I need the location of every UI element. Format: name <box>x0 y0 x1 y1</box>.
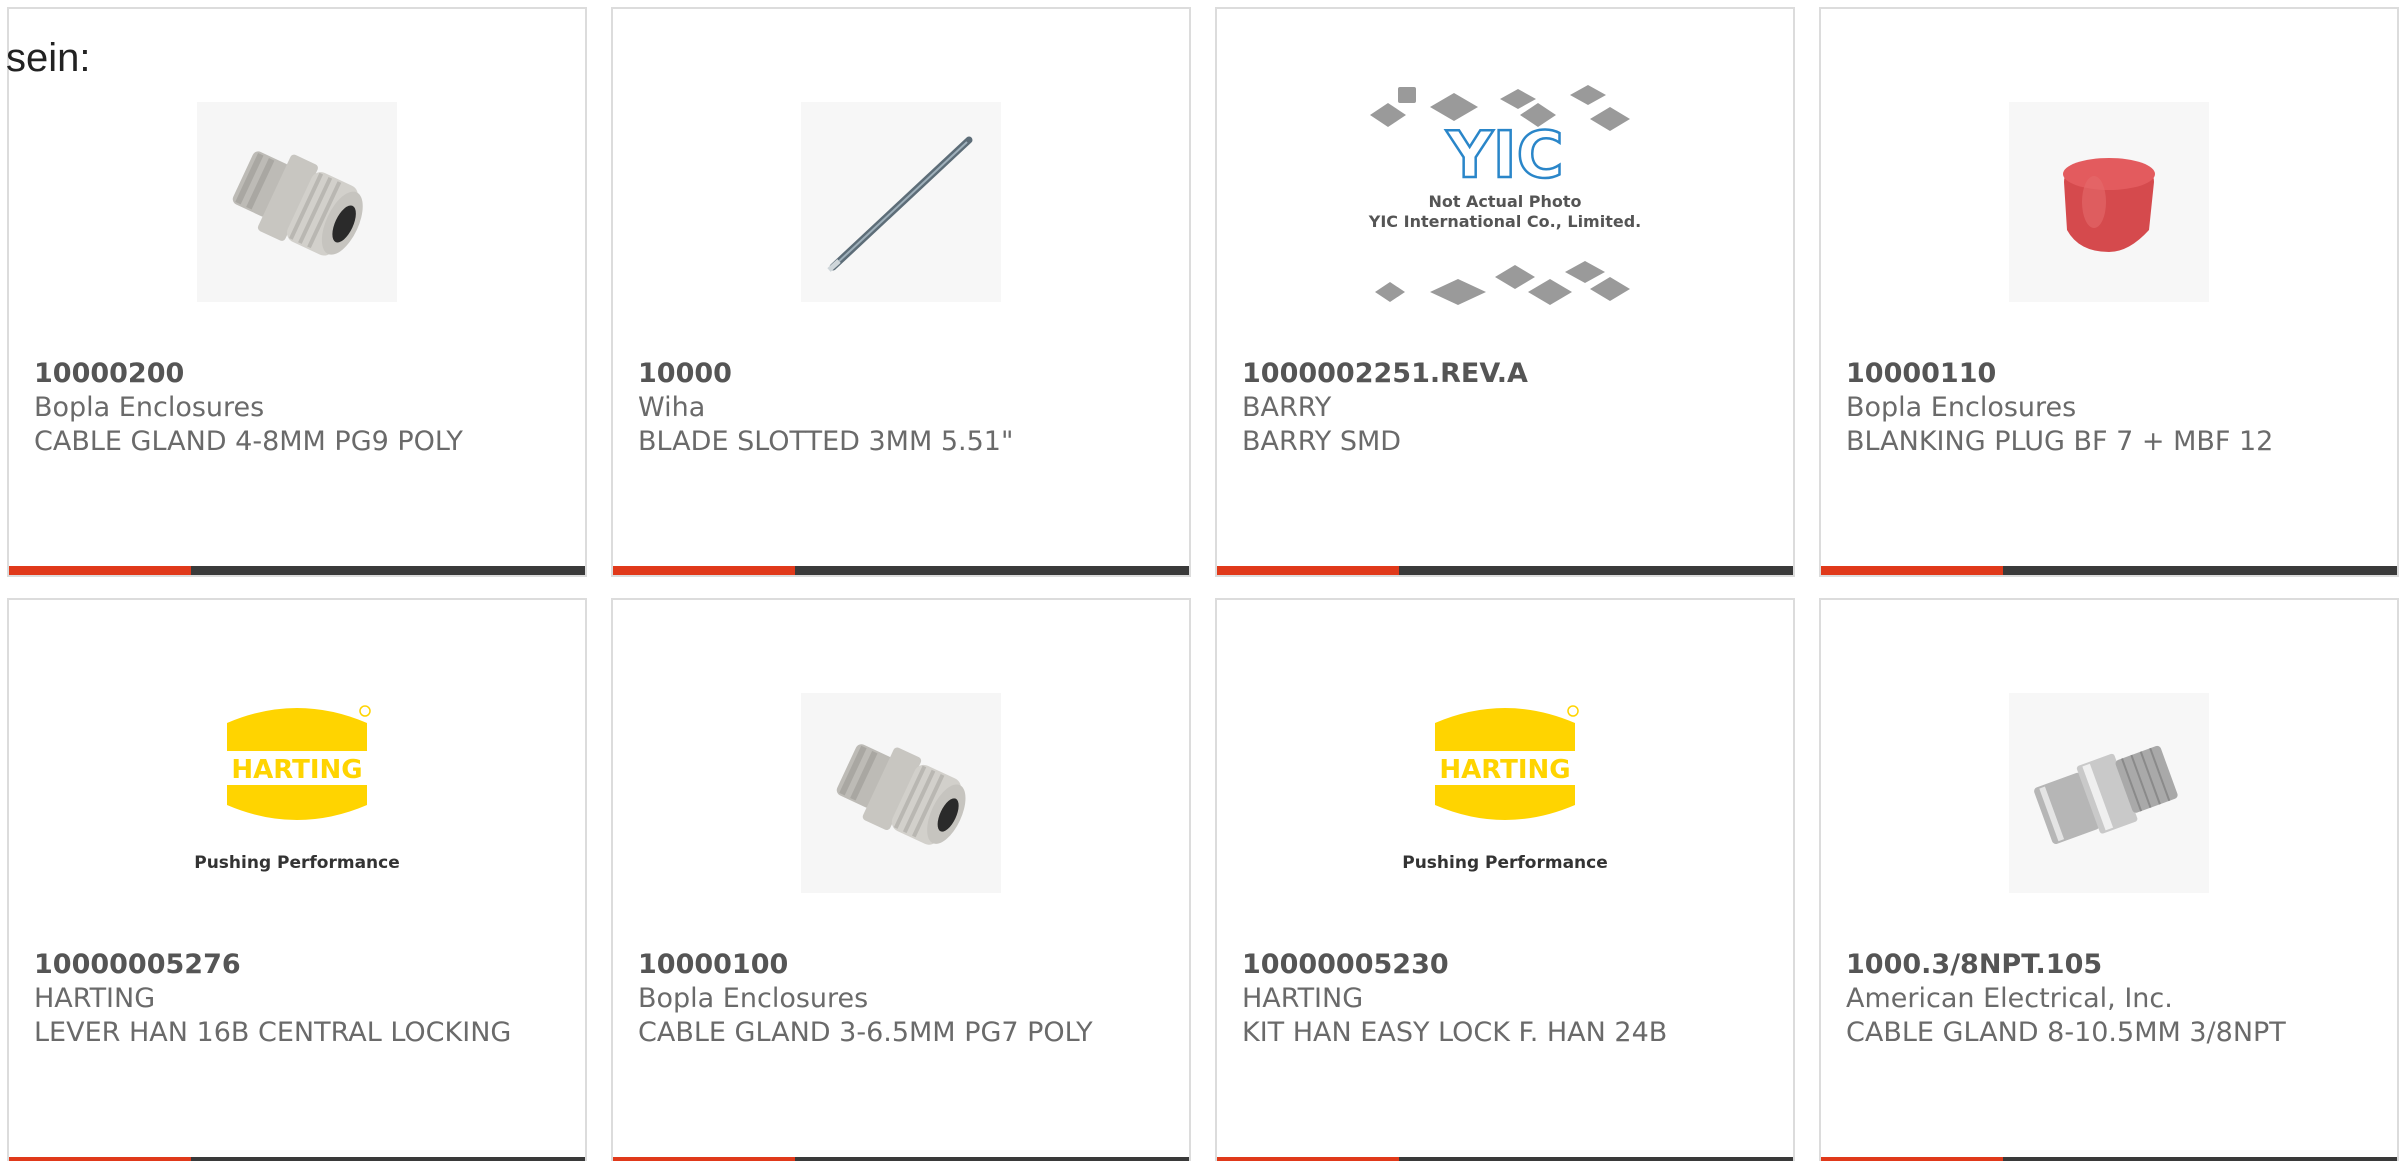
harting-wordmark: HARTING <box>231 755 362 785</box>
part-number[interactable]: 10000005276 <box>34 948 554 982</box>
part-number[interactable]: 10000005230 <box>1242 948 1762 982</box>
harting-logo-image: HARTING Pushing Performance <box>1402 705 1608 873</box>
manufacturer: Bopla Enclosures <box>638 983 869 1014</box>
product-image-plug[interactable] <box>1821 67 2397 337</box>
product-card[interactable]: 1000.3/8NPT.105 American Electrical, Inc… <box>1819 598 2399 1161</box>
product-card[interactable]: 10000200 Bopla Enclosures CABLE GLAND 4-… <box>7 7 587 577</box>
product-card[interactable]: 10000110 Bopla Enclosures BLANKING PLUG … <box>1819 7 2399 577</box>
card-bar <box>613 566 1189 575</box>
description: CABLE GLAND 8-10.5MM 3/8NPT <box>1846 1017 2286 1048</box>
part-number[interactable]: 1000.3/8NPT.105 <box>1846 948 2366 982</box>
description: KIT HAN EASY LOCK F. HAN 24B <box>1242 1017 1668 1048</box>
product-grid: 10000200 Bopla Enclosures CABLE GLAND 4-… <box>0 0 2400 1161</box>
card-bar <box>9 1157 585 1161</box>
product-card[interactable]: HARTING Pushing Performance 10000005276 … <box>7 598 587 1161</box>
card-bar <box>1821 1157 2397 1161</box>
description: CABLE GLAND 3-6.5MM PG7 POLY <box>638 1017 1093 1048</box>
card-bar <box>1217 566 1793 575</box>
harting-wordmark: HARTING <box>1439 755 1570 785</box>
product-image-placeholder[interactable]: YIC Not Actual Photo YIC International C… <box>1217 67 1793 337</box>
intro-text: sein: <box>6 36 91 80</box>
part-number[interactable]: 10000100 <box>638 948 1158 982</box>
yic-company: YIC International Co., Limited. <box>1368 212 1641 231</box>
part-number[interactable]: 1000002251.REV.A <box>1242 357 1762 391</box>
screwdriver-blade-image <box>801 102 1001 302</box>
manufacturer: Bopla Enclosures <box>34 392 265 423</box>
description: BARRY SMD <box>1242 426 1402 457</box>
manufacturer: Bopla Enclosures <box>1846 392 2077 423</box>
metal-cable-gland-image <box>2009 693 2209 893</box>
description: CABLE GLAND 4-8MM PG9 POLY <box>34 426 463 457</box>
manufacturer: HARTING <box>34 983 156 1014</box>
description: BLADE SLOTTED 3MM 5.51" <box>638 426 1014 457</box>
product-card[interactable]: 10000 Wiha BLADE SLOTTED 3MM 5.51" <box>611 7 1191 577</box>
product-card[interactable]: HARTING Pushing Performance 10000005230 … <box>1215 598 1795 1161</box>
card-bar <box>1217 1157 1793 1161</box>
product-image-blade[interactable] <box>613 67 1189 337</box>
card-bar <box>9 566 585 575</box>
card-bar <box>1821 566 2397 575</box>
product-image-cable-gland[interactable] <box>613 658 1189 928</box>
product-image-harting[interactable]: HARTING Pushing Performance <box>1217 658 1793 928</box>
harting-logo-image: HARTING Pushing Performance <box>194 705 400 873</box>
manufacturer: BARRY <box>1242 392 1332 423</box>
manufacturer: Wiha <box>638 392 706 423</box>
manufacturer: American Electrical, Inc. <box>1846 983 2173 1014</box>
yic-logo: YIC <box>1445 119 1563 193</box>
product-card[interactable]: 10000100 Bopla Enclosures CABLE GLAND 3-… <box>611 598 1191 1161</box>
part-number[interactable]: 10000 <box>638 357 1158 391</box>
manufacturer: HARTING <box>1242 983 1364 1014</box>
yic-notice: Not Actual Photo <box>1428 192 1581 211</box>
cable-gland-image <box>801 693 1001 893</box>
description: LEVER HAN 16B CENTRAL LOCKING <box>34 1017 512 1048</box>
red-blanking-plug-image <box>2009 102 2209 302</box>
product-image-harting[interactable]: HARTING Pushing Performance <box>9 658 585 928</box>
product-image-cable-gland[interactable] <box>9 67 585 337</box>
harting-tagline: Pushing Performance <box>1402 853 1608 873</box>
product-card[interactable]: YIC Not Actual Photo YIC International C… <box>1215 7 1795 577</box>
product-image-metal-gland[interactable] <box>1821 658 2397 928</box>
card-bar <box>613 1157 1189 1161</box>
yic-placeholder-image: YIC Not Actual Photo YIC International C… <box>1368 85 1641 305</box>
part-number[interactable]: 10000110 <box>1846 357 2366 391</box>
cable-gland-image <box>197 102 397 302</box>
harting-tagline: Pushing Performance <box>194 853 400 873</box>
description: BLANKING PLUG BF 7 + MBF 12 <box>1846 426 2274 457</box>
part-number[interactable]: 10000200 <box>34 357 554 391</box>
